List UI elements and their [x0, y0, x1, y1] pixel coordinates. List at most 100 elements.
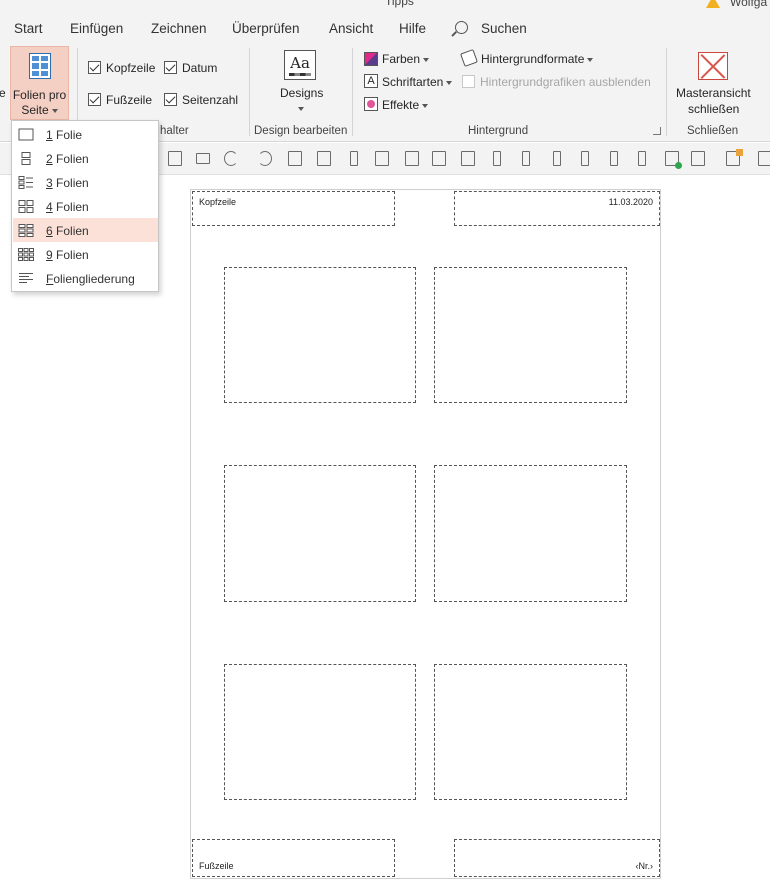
menu-item-foliengliederung[interactable]: Foliengliederung: [13, 266, 158, 290]
align-left-icon[interactable]: [610, 151, 618, 166]
chevron-down-icon[interactable]: [298, 107, 304, 111]
title-bar: Tipps Wolfga: [0, 0, 770, 14]
footer-text: Fußzeile: [199, 861, 234, 871]
menu-item-3-folien[interactable]: 3 Folien: [13, 170, 158, 194]
farben-button[interactable]: Farben: [382, 52, 430, 66]
page-number-text: ‹Nr.›: [635, 861, 654, 871]
placeholders-group-label: halter: [160, 125, 189, 137]
handout-page: Kopfzeile 11.03.2020 Fußzeile ‹Nr.›: [190, 189, 661, 879]
align-bottom-icon[interactable]: [553, 151, 561, 166]
slide-placeholder[interactable]: [224, 465, 416, 602]
masteransicht-label-1[interactable]: Masteransicht: [676, 86, 751, 100]
six-slides-icon: [18, 224, 34, 237]
rectangle-icon[interactable]: [405, 151, 419, 166]
fusszeile-label[interactable]: Fußzeile: [106, 93, 152, 107]
search-icon[interactable]: [455, 21, 468, 34]
schriftarten-button[interactable]: Schriftarten: [382, 75, 453, 89]
nine-slides-icon: [18, 248, 34, 261]
hintergrundformate-button[interactable]: Hintergrundformate: [481, 52, 594, 66]
date-placeholder[interactable]: 11.03.2020: [454, 191, 660, 226]
seitenzahl-label[interactable]: Seitenzahl: [182, 93, 238, 107]
screen-icon[interactable]: [317, 151, 331, 166]
slide-placeholder[interactable]: [434, 465, 627, 602]
hintergrundgrafiken-label[interactable]: Hintergrundgrafiken ausblenden: [480, 75, 651, 89]
colors-icon: [364, 52, 378, 66]
distribute-horizontal-icon[interactable]: [493, 151, 501, 166]
kopfzeile-checkbox[interactable]: [88, 61, 101, 74]
crop-icon[interactable]: [461, 151, 475, 166]
slide-placeholder[interactable]: [224, 664, 416, 800]
more-icon[interactable]: [758, 151, 770, 166]
folien-pro-seite-menu: 1 Folie 2 Folien 3 Folien 4 Folien 6 Fol…: [11, 120, 159, 292]
tab-hilfe[interactable]: Hilfe: [399, 21, 426, 36]
kopfzeile-label[interactable]: Kopfzeile: [106, 61, 155, 75]
tab-ansicht[interactable]: Ansicht: [329, 21, 373, 36]
three-slides-icon: [18, 176, 33, 189]
menu-item-label: 2 Folien: [46, 152, 89, 166]
align-top-icon[interactable]: [581, 151, 589, 166]
fusszeile-checkbox[interactable]: [88, 93, 101, 106]
printer-icon[interactable]: [196, 153, 210, 164]
layers-icon[interactable]: [375, 151, 389, 166]
tab-zeichnen[interactable]: Zeichnen: [151, 21, 207, 36]
group-separator: [249, 48, 250, 136]
presentation-icon[interactable]: [288, 151, 302, 166]
background-styles-icon: [460, 49, 478, 67]
shapes-icon[interactable]: [726, 149, 743, 166]
designs-icon[interactable]: Aa: [284, 50, 316, 80]
slide-placeholder[interactable]: [434, 267, 627, 403]
effects-icon: [364, 97, 378, 111]
footer-placeholder[interactable]: Fußzeile: [192, 839, 395, 877]
warning-icon[interactable]: [706, 0, 720, 8]
close-master-icon[interactable]: [698, 52, 728, 80]
one-slide-icon: [18, 128, 34, 141]
user-name[interactable]: Wolfga: [730, 0, 767, 9]
check-icon[interactable]: [665, 151, 682, 169]
redo-icon[interactable]: [258, 151, 272, 166]
align-center-icon[interactable]: [522, 151, 530, 166]
align-vertical-icon[interactable]: [350, 151, 358, 166]
align-right-icon[interactable]: [638, 151, 646, 166]
group-separator: [666, 48, 667, 136]
masteransicht-label-2[interactable]: schließen: [688, 102, 739, 116]
header-placeholder[interactable]: Kopfzeile: [192, 191, 395, 226]
menu-item-label: 6 Folien: [46, 224, 89, 238]
chevron-down-icon: [51, 108, 58, 113]
header-text: Kopfzeile: [199, 197, 237, 207]
background-group-label: Hintergrund: [468, 125, 529, 137]
slide-placeholder[interactable]: [224, 267, 416, 403]
document-icon[interactable]: [168, 151, 182, 166]
fill-icon[interactable]: [691, 151, 705, 166]
date-text: 11.03.2020: [608, 197, 653, 207]
datum-checkbox[interactable]: [164, 61, 177, 74]
group-separator: [352, 48, 353, 136]
folien-pro-seite-label-1: Folien pro: [12, 88, 67, 102]
search-box[interactable]: Suchen: [481, 21, 527, 36]
effekte-button[interactable]: Effekte: [382, 98, 429, 112]
menu-item-6-folien[interactable]: 6 Folien: [13, 218, 158, 242]
slides-per-page-icon: [29, 53, 51, 79]
group-icon[interactable]: [432, 151, 446, 166]
menu-item-2-folien[interactable]: 2 Folien: [13, 146, 158, 170]
page-number-placeholder[interactable]: ‹Nr.›: [454, 839, 660, 877]
folien-pro-seite-label-2: Seite: [11, 103, 68, 117]
tab-einfuegen[interactable]: Einfügen: [70, 21, 123, 36]
dialog-launcher-icon[interactable]: [653, 127, 661, 135]
menu-item-label: 9 Folien: [46, 248, 89, 262]
menu-item-label: 4 Folien: [46, 200, 89, 214]
tab-start[interactable]: Start: [14, 21, 43, 36]
cut-off-label: e: [0, 86, 6, 100]
folien-pro-seite-button[interactable]: Folien pro Seite: [10, 46, 69, 120]
slide-placeholder[interactable]: [434, 664, 627, 800]
tab-ueberpruefen[interactable]: Überprüfen: [232, 21, 300, 36]
undo-icon[interactable]: [224, 151, 238, 166]
menu-item-4-folien[interactable]: 4 Folien: [13, 194, 158, 218]
two-slides-icon: [21, 152, 31, 165]
designs-button[interactable]: Designs: [280, 86, 323, 100]
seitenzahl-checkbox[interactable]: [164, 93, 177, 106]
menu-item-1-folie[interactable]: 1 Folie: [13, 122, 158, 146]
ribbon-tabs: Start Einfügen Zeichnen Überprüfen Ansic…: [0, 14, 770, 44]
menu-item-9-folien[interactable]: 9 Folien: [13, 242, 158, 266]
datum-label[interactable]: Datum: [182, 61, 217, 75]
hide-background-checkbox[interactable]: [462, 75, 475, 88]
